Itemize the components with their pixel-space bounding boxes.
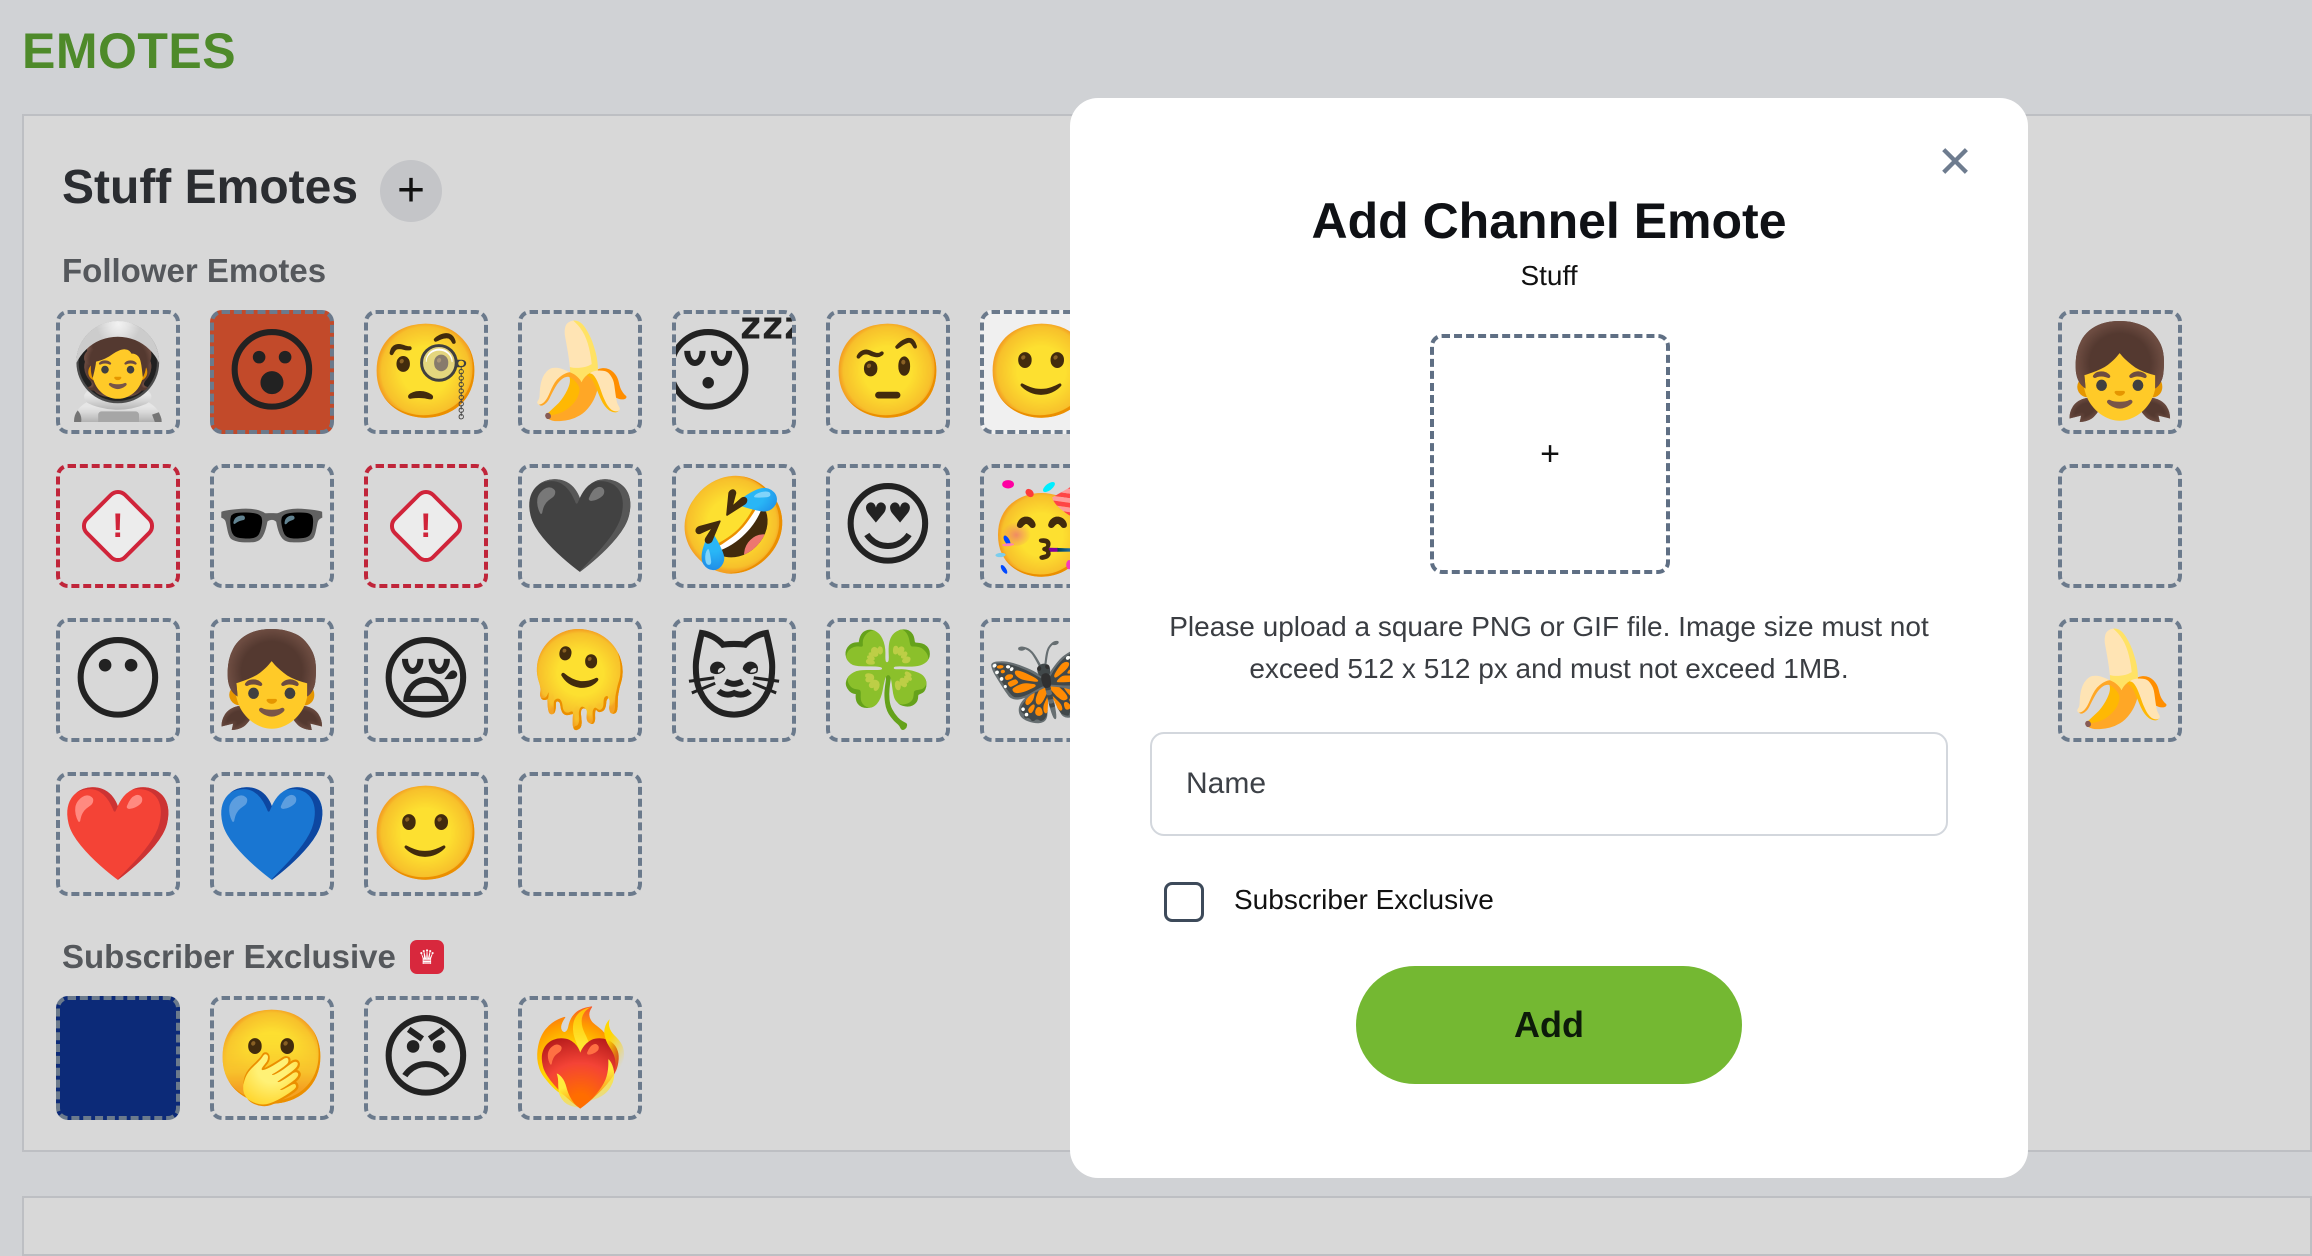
subscriber-exclusive-heading: Subscriber Exclusive <box>62 938 396 975</box>
girl-thinking-icon: 👧 <box>214 629 330 731</box>
follower-emotes-heading: Follower Emotes <box>62 252 327 289</box>
smile-icon: 🙂 <box>368 783 484 885</box>
heart-eyes-emote[interactable]: 😍 <box>826 464 950 588</box>
section-title: Stuff Emotes <box>62 161 359 214</box>
black-heart-icon: 🖤 <box>522 475 638 577</box>
no-mouth-emote[interactable]: 😶 <box>56 618 180 742</box>
blocked-icon: ! <box>384 484 468 568</box>
crown-icon: ♛ <box>410 940 444 974</box>
upload-help-text: Please upload a square PNG or GIF file. … <box>1169 611 1929 684</box>
next-panel <box>22 1196 2312 1256</box>
plus-icon: + <box>1540 434 1560 473</box>
girl-thinking-emote[interactable]: 👧 <box>210 618 334 742</box>
red-heart-emote[interactable]: ❤️ <box>56 772 180 896</box>
melting-icon: 🫠 <box>522 629 638 731</box>
smile-emote[interactable]: 🙂 <box>364 772 488 896</box>
rofl-emote[interactable]: 🤣 <box>672 464 796 588</box>
heart-fire-icon: ❤️‍🔥 <box>522 1007 638 1109</box>
dancing-banana-icon: 🍌 <box>2062 629 2178 731</box>
question-face-emote[interactable]: 🧐 <box>364 310 488 434</box>
sleeping-banana-icon: 😴 <box>676 326 792 418</box>
rofl-icon: 🤣 <box>676 475 792 577</box>
sleeping-banana-emote[interactable]: 😴 <box>672 310 796 434</box>
subscriber-exclusive-label[interactable]: Subscriber Exclusive <box>1234 884 1494 916</box>
add-emote-button[interactable]: + <box>380 160 442 222</box>
empty-emote-2[interactable] <box>518 772 642 896</box>
face-photo-emote[interactable]: 😮 <box>210 310 334 434</box>
blocked-emote-1[interactable]: ! <box>56 464 180 588</box>
add-emote-modal: ✕ Add Channel Emote Stuff + Please uploa… <box>1070 98 2028 1178</box>
clover-icon: 🍀 <box>830 629 946 731</box>
banana-gun-emote[interactable]: 🍌 <box>518 310 642 434</box>
grey-cat-icon: 🐱 <box>686 629 782 731</box>
angry-icon: 😠 <box>378 1007 474 1109</box>
subscriber-exclusive-checkbox[interactable] <box>1164 882 1204 922</box>
face-photo-icon: 😮 <box>224 321 320 423</box>
shy-icon: 🫢 <box>214 1007 330 1109</box>
sleepy-icon: 😪 <box>378 629 474 731</box>
blocked-emote-2[interactable]: ! <box>364 464 488 588</box>
blue-heart-emote[interactable]: 💙 <box>210 772 334 896</box>
dancing-banana-emote[interactable]: 🍌 <box>2058 618 2182 742</box>
name-input[interactable] <box>1150 732 1948 836</box>
add-button[interactable]: Add <box>1356 966 1742 1084</box>
raised-eyebrow-icon: 🤨 <box>830 321 946 423</box>
melting-emote[interactable]: 🫠 <box>518 618 642 742</box>
sunglasses-girl-icon: 🕶️ <box>214 475 330 577</box>
upload-dropzone[interactable]: + <box>1430 334 1670 574</box>
modal-title: Add Channel Emote <box>1311 193 1787 249</box>
girl-emote[interactable]: 👧 <box>2058 310 2182 434</box>
close-icon[interactable]: ✕ <box>1932 140 1978 186</box>
dark-blue-emote[interactable] <box>56 996 180 1120</box>
raised-eyebrow-emote[interactable]: 🤨 <box>826 310 950 434</box>
girl-icon: 👧 <box>2062 321 2178 423</box>
heart-eyes-icon: 😍 <box>840 475 936 577</box>
blocked-icon: ! <box>76 484 160 568</box>
no-mouth-icon: 😶 <box>70 629 166 731</box>
banana-gun-icon: 🍌 <box>522 321 638 423</box>
blue-heart-icon: 💙 <box>214 783 330 885</box>
sleepy-emote[interactable]: 😪 <box>364 618 488 742</box>
grey-cat-emote[interactable]: 🐱 <box>672 618 796 742</box>
empty-emote-1[interactable] <box>2058 464 2182 588</box>
heart-fire-emote[interactable]: ❤️‍🔥 <box>518 996 642 1120</box>
page-title: EMOTES <box>22 23 237 79</box>
clover-emote[interactable]: 🍀 <box>826 618 950 742</box>
astronaut-emote[interactable]: 🧑‍🚀 <box>56 310 180 434</box>
astronaut-icon: 🧑‍🚀 <box>60 321 176 423</box>
black-heart-emote[interactable]: 🖤 <box>518 464 642 588</box>
angry-emote[interactable]: 😠 <box>364 996 488 1120</box>
modal-subtitle: Stuff <box>1520 260 1578 291</box>
sunglasses-girl-emote[interactable]: 🕶️ <box>210 464 334 588</box>
shy-emote[interactable]: 🫢 <box>210 996 334 1120</box>
red-heart-icon: ❤️ <box>60 783 176 885</box>
question-face-icon: 🧐 <box>368 321 484 423</box>
